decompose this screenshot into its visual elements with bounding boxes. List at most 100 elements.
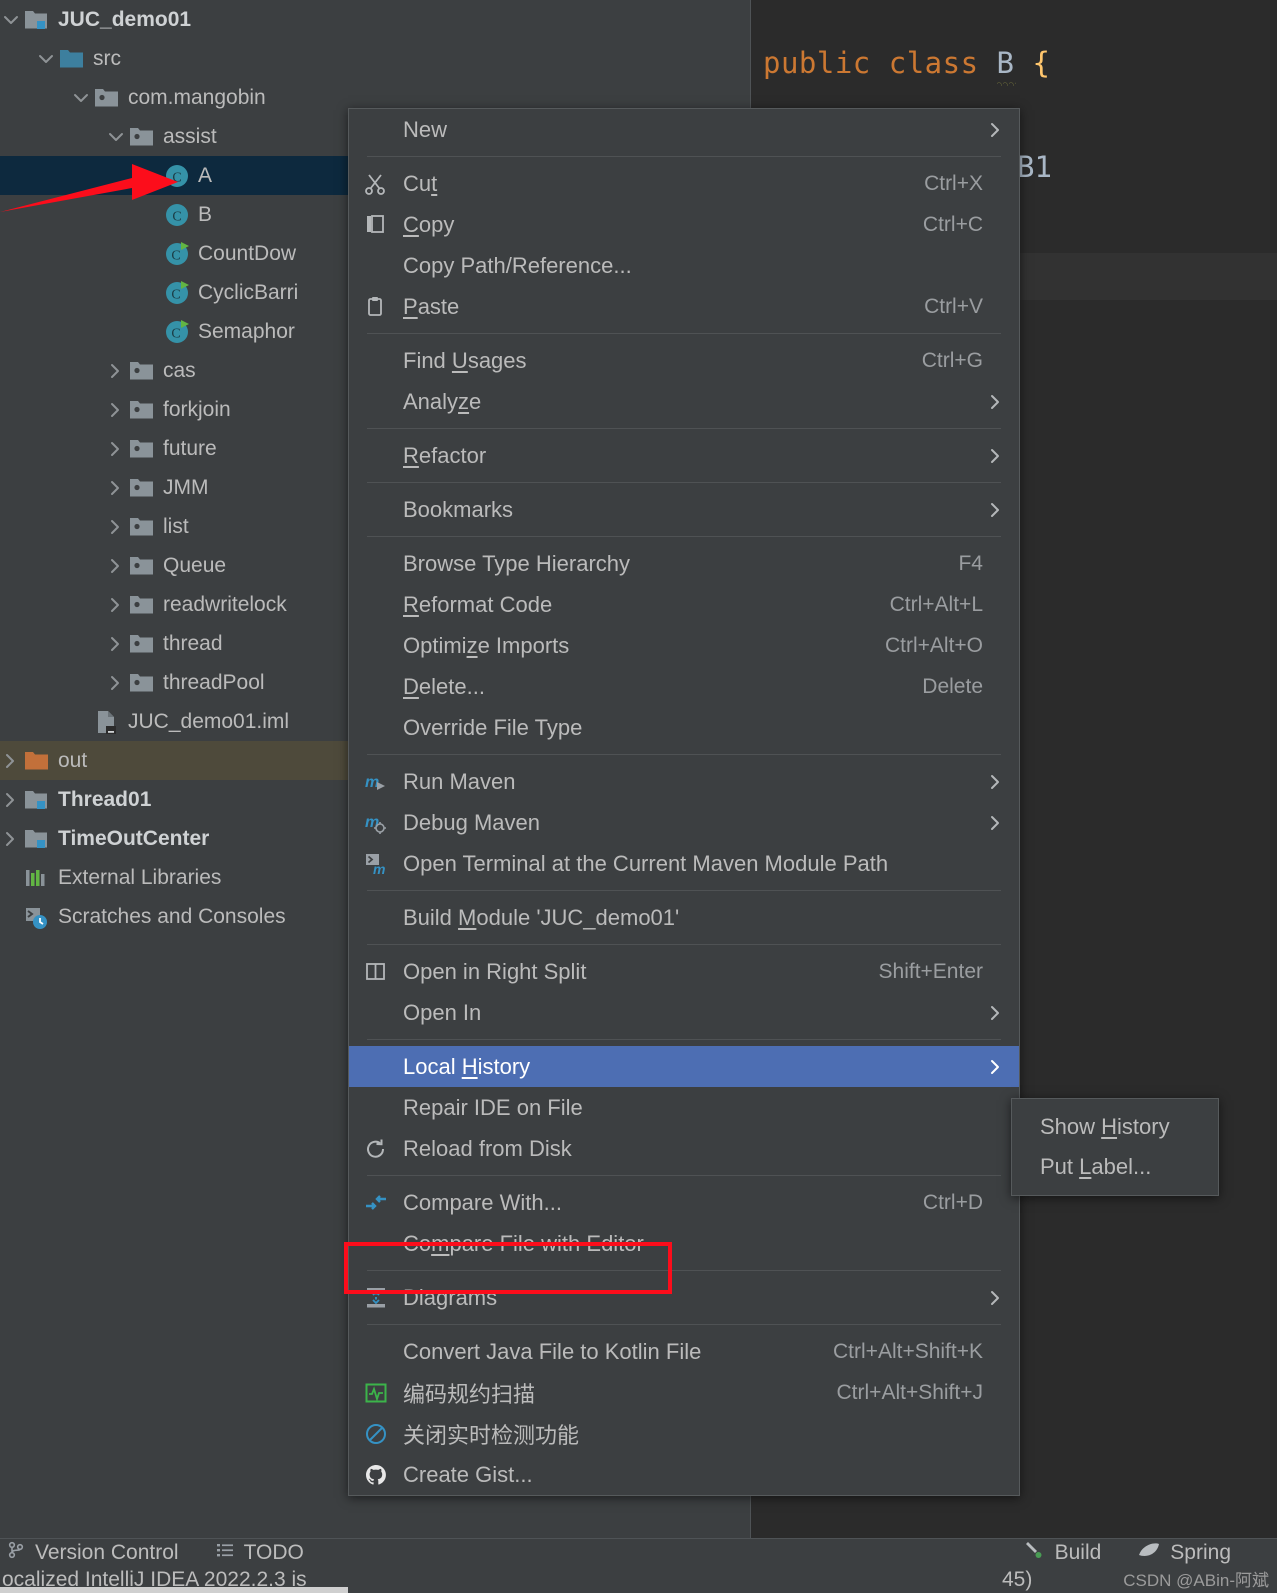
menu-item-diagrams[interactable]: Diagrams <box>349 1277 1019 1318</box>
chevron-right-icon[interactable] <box>0 780 22 819</box>
module-icon <box>22 0 52 39</box>
menu-item-find-usages[interactable]: Find Usages Ctrl+G <box>349 340 1019 381</box>
menu-item-optimize-imports[interactable]: Optimize Imports Ctrl+Alt+O <box>349 625 1019 666</box>
menu-item-open-in[interactable]: Open In <box>349 992 1019 1033</box>
menu-item-copy[interactable]: Copy Ctrl+C <box>349 204 1019 245</box>
tree-row-label: forkjoin <box>163 397 231 421</box>
svg-text:C: C <box>171 326 180 341</box>
horizontal-scrollbar[interactable] <box>0 1587 348 1593</box>
source-folder-icon <box>57 39 87 78</box>
tree-row-label: Semaphor <box>198 319 295 343</box>
menu-item-label: Compare File with Editor <box>403 1230 644 1256</box>
tree-row-label: assist <box>163 124 217 148</box>
tree-row-label: JUC_demo01.iml <box>128 709 290 733</box>
status-bar-item-build[interactable]: Build <box>1024 1539 1101 1567</box>
status-bar-left-group: Version Control TODO <box>0 1540 340 1566</box>
package-icon <box>127 117 157 156</box>
chevron-right-icon[interactable] <box>105 663 127 702</box>
libraries-icon <box>22 858 52 897</box>
menu-item-override-file-type[interactable]: Override File Type <box>349 707 1019 748</box>
chevron-right-icon[interactable] <box>105 546 127 585</box>
context-menu[interactable]: New Cut Ctrl+X Copy Ctrl+C Copy Path/Referenc… <box>348 108 1020 1496</box>
status-bar-item-todo[interactable]: TODO <box>215 1540 304 1566</box>
tree-arrow-placeholder <box>0 897 22 936</box>
chevron-right-icon <box>983 1058 1005 1076</box>
submenu-item-show-history[interactable]: Show History <box>1012 1107 1218 1147</box>
menu-item-convert-java-file-to-kotlin-file[interactable]: Convert Java File to Kotlin File Ctrl+Alt… <box>349 1331 1019 1372</box>
menu-item-refactor[interactable]: Refactor <box>349 435 1019 476</box>
menu-item-label: Find Usages <box>403 347 527 373</box>
menu-item-compare-with[interactable]: Compare With... Ctrl+D <box>349 1182 1019 1223</box>
menu-separator <box>367 333 1001 334</box>
todo-list-icon <box>215 1540 235 1566</box>
menu-item-reload-from-disk[interactable]: Reload from Disk <box>349 1128 1019 1169</box>
watermark-text: CSDN @ABin-阿斌 <box>1123 1571 1269 1590</box>
chevron-right-icon[interactable] <box>105 429 127 468</box>
local-history-submenu[interactable]: Show History Put Label... <box>1011 1098 1219 1196</box>
menu-item-label: Optimize Imports <box>403 632 570 658</box>
tree-row-label: A <box>198 163 213 187</box>
package-icon <box>127 390 157 429</box>
menu-item-cut[interactable]: Cut Ctrl+X <box>349 163 1019 204</box>
menu-item-repair-ide-on-file[interactable]: Repair IDE on File <box>349 1087 1019 1128</box>
menu-item-reformat-code[interactable]: Reformat Code Ctrl+Alt+L <box>349 584 1019 625</box>
chevron-down-icon[interactable] <box>35 39 57 78</box>
github-icon <box>349 1464 403 1486</box>
maven-run-icon: m <box>349 771 403 793</box>
tree-row-juc-demo01[interactable]: JUC_demo01 <box>0 0 750 39</box>
java-class-runnable-icon: C <box>162 312 192 351</box>
menu-item-new[interactable]: New <box>349 109 1019 150</box>
chevron-down-icon[interactable] <box>105 117 127 156</box>
menu-item-debug-maven[interactable]: m Debug Maven <box>349 802 1019 843</box>
package-icon <box>127 507 157 546</box>
menu-item-paste[interactable]: Paste Ctrl+V <box>349 286 1019 327</box>
chevron-right-icon[interactable] <box>105 468 127 507</box>
svg-text:m: m <box>365 814 379 831</box>
chevron-down-icon[interactable] <box>70 78 92 117</box>
chevron-right-icon[interactable] <box>105 624 127 663</box>
menu-item-bookmarks[interactable]: Bookmarks <box>349 489 1019 530</box>
menu-item-编码规约扫描[interactable]: 编码规约扫描 Ctrl+Alt+Shift+J <box>349 1372 1019 1413</box>
menu-item-create-gist[interactable]: Create Gist... <box>349 1454 1019 1495</box>
menu-item-关闭实时检测功能[interactable]: 关闭实时检测功能 <box>349 1413 1019 1454</box>
status-bar-item-spring[interactable]: Spring <box>1137 1540 1231 1566</box>
menu-item-browse-type-hierarchy[interactable]: Browse Type Hierarchy F4 <box>349 543 1019 584</box>
menu-item-shortcut: Delete <box>922 674 983 698</box>
submenu-item-put-label[interactable]: Put Label... <box>1012 1147 1218 1187</box>
menu-item-open-terminal-at-the-current-maven-module-path[interactable]: m Open Terminal at the Current Maven Modu… <box>349 843 1019 884</box>
svg-text:m: m <box>373 861 385 875</box>
menu-item-compare-file-with-editor[interactable]: Compare File with Editor <box>349 1223 1019 1264</box>
menu-item-shortcut: Ctrl+Alt+Shift+J <box>836 1380 983 1404</box>
chevron-down-icon[interactable] <box>0 0 22 39</box>
menu-item-analyze[interactable]: Analyze <box>349 381 1019 422</box>
ide-window: public class B { B1 JUC_demo01 src com.man… <box>0 0 1277 1593</box>
chevron-right-icon[interactable] <box>105 351 127 390</box>
menu-item-shortcut: Ctrl+C <box>922 212 983 236</box>
tree-row-label: Queue <box>163 553 227 577</box>
menu-item-copy-path-reference[interactable]: Copy Path/Reference... <box>349 245 1019 286</box>
module-icon <box>22 819 52 858</box>
chevron-right-icon[interactable] <box>105 390 127 429</box>
menu-item-run-maven[interactable]: m Run Maven <box>349 761 1019 802</box>
tree-row-label: readwritelock <box>163 592 287 616</box>
menu-item-shortcut: Ctrl+Alt+O <box>884 633 983 657</box>
tree-row-label: Scratches and Consoles <box>58 904 286 928</box>
alibaba-scan-icon <box>349 1382 403 1404</box>
menu-item-local-history[interactable]: Local History <box>349 1046 1019 1087</box>
tree-row-label: com.mangobin <box>128 85 266 109</box>
status-bar-item-version-control[interactable]: Version Control <box>6 1540 179 1566</box>
tree-arrow-placeholder <box>140 195 162 234</box>
chevron-right-icon <box>983 814 1005 832</box>
menu-item-delete[interactable]: Delete... Delete <box>349 666 1019 707</box>
menu-item-label: Browse Type Hierarchy <box>403 550 631 576</box>
menu-item-open-in-right-split[interactable]: Open in Right Split Shift+Enter <box>349 951 1019 992</box>
chevron-right-icon[interactable] <box>105 507 127 546</box>
menu-item-shortcut: Shift+Enter <box>878 959 983 983</box>
tree-row-label: TimeOutCenter <box>58 826 210 850</box>
tree-row-src[interactable]: src <box>0 39 750 78</box>
status-bar[interactable]: Version Control TODO Build Spring <box>0 1538 1277 1567</box>
chevron-right-icon[interactable] <box>105 585 127 624</box>
chevron-right-icon[interactable] <box>0 741 22 780</box>
menu-item-build-module-juc-demo01[interactable]: Build Module 'JUC_demo01' <box>349 897 1019 938</box>
chevron-right-icon[interactable] <box>0 819 22 858</box>
